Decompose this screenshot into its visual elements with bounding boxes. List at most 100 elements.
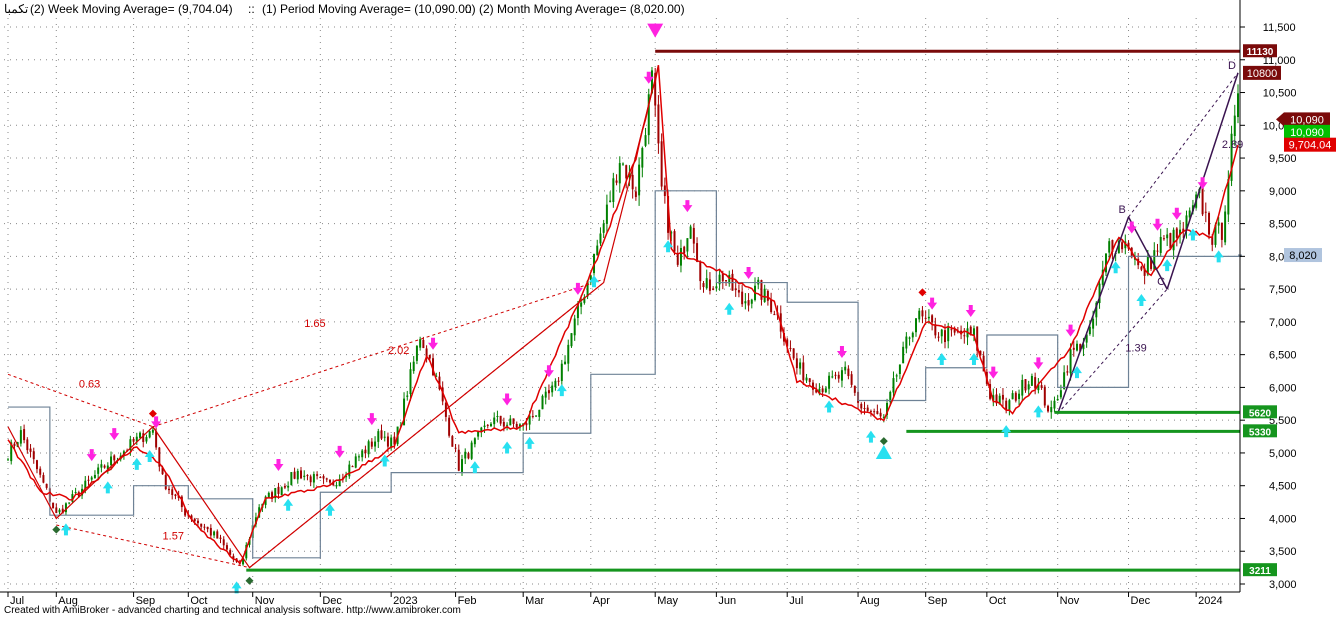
candle-body xyxy=(1172,229,1175,251)
candle-body xyxy=(461,459,464,472)
candle-body xyxy=(1043,386,1046,406)
fib-ratio-label: 1.65 xyxy=(304,318,325,330)
candle-body xyxy=(795,358,798,369)
candle-body xyxy=(483,425,486,428)
y-tick-label: 3,500 xyxy=(1269,546,1297,558)
candle-body xyxy=(225,545,228,550)
candle-body xyxy=(309,476,312,483)
candle-body xyxy=(1014,392,1017,401)
candle-body xyxy=(322,476,325,479)
legend-sep-1: :: xyxy=(248,2,255,16)
candle-body xyxy=(164,475,167,490)
candle-body xyxy=(963,335,966,337)
candle-body xyxy=(203,526,206,528)
candle-body xyxy=(489,423,492,427)
level-tag-label: 5620 xyxy=(1249,408,1272,419)
candle-body xyxy=(374,441,377,447)
candle-body xyxy=(209,527,212,536)
price-tag-label: 10,090 xyxy=(1290,114,1324,126)
candle-body xyxy=(692,227,695,244)
candle-body xyxy=(860,403,863,409)
candle-body xyxy=(622,163,624,165)
candle-body xyxy=(892,378,895,393)
candle-body xyxy=(634,191,637,198)
candle-body xyxy=(1027,384,1030,390)
y-tick-label: 9,500 xyxy=(1269,153,1297,165)
candle-body xyxy=(1050,407,1053,413)
candle-body xyxy=(1162,238,1165,240)
candle-body xyxy=(824,388,827,393)
candle-body xyxy=(467,453,470,459)
candle-body xyxy=(364,449,367,454)
candle-body xyxy=(641,148,644,168)
candle-body xyxy=(1201,186,1204,215)
candle-body xyxy=(267,492,270,498)
candle-body xyxy=(451,436,454,447)
abcd-point-label: D xyxy=(1228,60,1236,72)
candle-body xyxy=(1121,242,1124,250)
candle-body xyxy=(712,288,715,290)
candle-body xyxy=(155,431,158,448)
month-ma-legend: (2) Month Moving Average= (8,020.00) xyxy=(479,2,685,16)
candle-body xyxy=(290,472,293,485)
candle-body xyxy=(406,395,409,397)
candle-body xyxy=(683,246,686,254)
candle-body xyxy=(773,314,776,316)
candle-body xyxy=(554,380,557,388)
candle-body xyxy=(470,442,473,459)
candle-body xyxy=(454,447,457,449)
candle-body xyxy=(110,456,113,466)
candle-body xyxy=(367,441,370,455)
candle-body xyxy=(312,474,315,483)
candle-body xyxy=(448,417,451,436)
candle-body xyxy=(74,492,77,494)
candle-body xyxy=(609,200,612,202)
candle-body xyxy=(567,344,570,364)
candle-body xyxy=(1169,233,1172,249)
y-tick-label: 10,500 xyxy=(1263,88,1297,100)
candle-body xyxy=(789,347,792,349)
candle-body xyxy=(386,436,389,447)
candle-body xyxy=(412,361,415,372)
candle-body xyxy=(879,412,882,417)
candle-body xyxy=(551,385,554,393)
candle-body xyxy=(708,279,711,291)
candle-body xyxy=(660,141,663,187)
candle-body xyxy=(357,456,360,458)
x-tick-label: Aug xyxy=(860,595,880,607)
candle-body xyxy=(1233,115,1236,137)
y-tick-label: 8,500 xyxy=(1269,219,1297,231)
candle-body xyxy=(715,286,718,289)
candle-body xyxy=(506,424,509,426)
candle-body xyxy=(805,377,808,381)
candle-body xyxy=(1034,377,1037,389)
candle-body xyxy=(744,301,747,304)
y-tick-label: 6,000 xyxy=(1269,382,1297,394)
candle-body xyxy=(599,233,602,244)
candle-body xyxy=(969,326,972,334)
candle-body xyxy=(596,245,599,256)
level-tag-label: 5330 xyxy=(1249,427,1272,438)
candle-body xyxy=(679,248,682,266)
candle-body xyxy=(93,474,96,478)
candle-body xyxy=(734,288,737,291)
candle-body xyxy=(837,374,840,379)
price-tag-label: 10,090 xyxy=(1290,127,1324,139)
y-tick-label: 7,000 xyxy=(1269,317,1297,329)
candle-body xyxy=(560,363,563,382)
candle-body xyxy=(873,411,876,413)
y-tick-label: 6,500 xyxy=(1269,350,1297,362)
candle-body xyxy=(39,468,42,475)
candle-body xyxy=(97,467,100,474)
candle-body xyxy=(770,299,773,313)
candle-body xyxy=(876,411,879,415)
candle-body xyxy=(1047,405,1050,412)
candle-body xyxy=(696,243,699,262)
candle-body xyxy=(422,339,425,349)
candle-body xyxy=(834,374,837,376)
y-tick-label: 5,000 xyxy=(1269,448,1297,460)
candle-body xyxy=(580,302,583,307)
level-tag-label: 11130 xyxy=(1247,47,1274,58)
candle-body xyxy=(721,273,724,282)
candle-body xyxy=(26,439,29,451)
